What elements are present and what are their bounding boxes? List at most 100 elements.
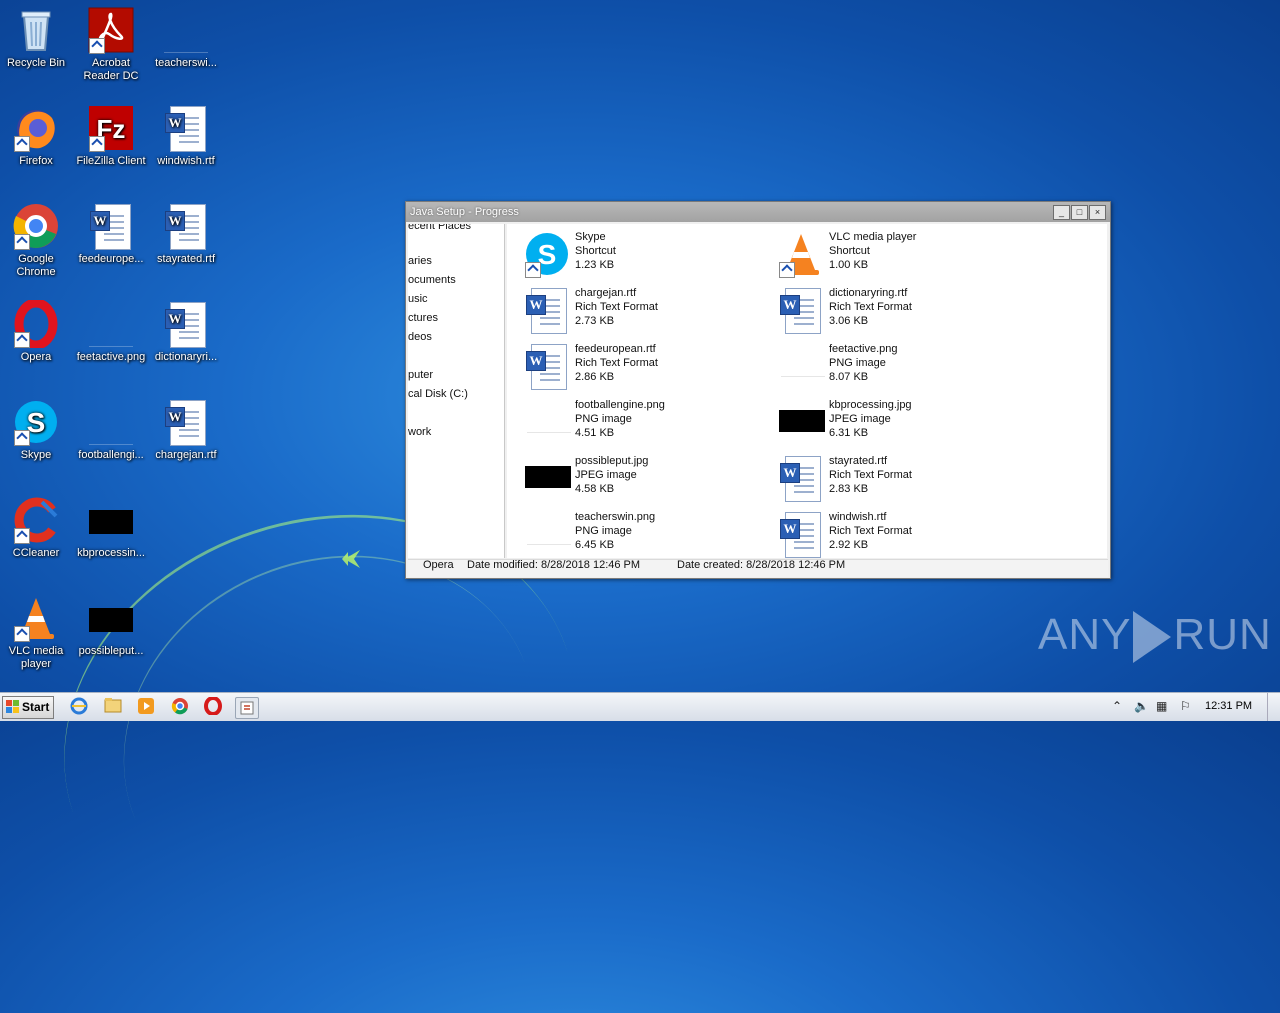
file-type: Rich Text Format [575,357,658,369]
desktop-icon[interactable]: feetactive.png [73,300,149,364]
opera-icon [12,298,60,350]
desktop-icon[interactable]: Wfeedeurope... [73,202,149,266]
file-name: chargejan.rtf [575,287,637,299]
chevron-up-icon[interactable]: ⌃ [1112,699,1122,713]
desktop-icon[interactable]: S Skype [0,398,74,462]
png-thumbnail-icon [87,300,135,348]
vlc-icon [12,594,60,642]
desktop-icon[interactable]: footballengi... [73,398,149,462]
file-size: 1.00 KB [829,259,869,271]
file-size: 2.83 KB [829,483,869,495]
jpg-thumbnail-icon [523,454,571,502]
word-doc-icon: W [87,202,135,250]
opera-icon[interactable] [202,696,224,717]
file-details: stayrated.rtf Rich Text Format 2.83 KB [829,454,912,496]
word-doc-icon: W [162,300,210,348]
nav-item-videos[interactable]: deos [408,331,432,343]
nav-item-documents[interactable]: ocuments [408,274,456,286]
details-pane: Opera Date modified: 8/28/2018 12:46 PM … [408,559,1108,577]
word-doc-icon: W [523,286,571,334]
wallpaper-logo-icon [342,550,360,568]
desktop-icon[interactable]: Opera [0,298,74,364]
window-title: Java Setup - Progress [410,206,519,218]
file-item[interactable]: possibleput.jpg JPEG image 4.58 KB [507,452,757,504]
minimize-button[interactable]: _ [1053,205,1070,220]
watermark-left: ANY [1038,610,1132,659]
file-type: Shortcut [575,245,616,257]
word-doc-icon: W [162,104,210,152]
close-button[interactable]: × [1089,205,1106,220]
nav-item-computer[interactable]: puter [408,369,433,381]
desktop-icon-label: Acrobat Reader DC [83,57,139,82]
file-type: Rich Text Format [829,525,912,537]
ccleaner-icon [12,496,60,544]
file-item[interactable]: kbprocessing.jpg JPEG image 6.31 KB [761,396,1011,448]
file-item[interactable]: feetactive.png PNG image 8.07 KB [761,340,1011,392]
navigation-pane: ecent Places aries ocuments usic ctures … [408,224,505,558]
file-size: 6.45 KB [575,539,615,551]
desktop-icon[interactable]: kbprocessin... [73,496,149,560]
desktop-icon-label: feetactive.png [76,351,146,363]
file-name: possibleput.jpg [575,455,649,467]
media-player-icon[interactable] [135,697,157,717]
maximize-button[interactable]: □ [1071,205,1088,220]
file-item[interactable]: VLC media player Shortcut 1.00 KB [761,228,1011,280]
file-name: stayrated.rtf [829,455,888,467]
desktop-icon[interactable]: VLC media player [0,594,74,671]
nav-item-music[interactable]: usic [408,293,428,305]
skype-icon: S [523,230,571,278]
file-type: Rich Text Format [829,301,912,313]
file-item[interactable]: teacherswin.png PNG image 6.45 KB [507,508,757,558]
desktop-icon[interactable]: Acrobat Reader DC [73,6,149,83]
chrome-icon[interactable] [169,697,191,717]
window-titlebar[interactable]: Java Setup - Progress _ □ × [406,202,1110,222]
watermark-right: RUN [1173,610,1272,659]
file-item[interactable]: Wdictionaryring.rtf Rich Text Format 3.06 … [761,284,1011,336]
file-item[interactable]: footballengine.png PNG image 4.51 KB [507,396,757,448]
desktop-icon[interactable]: possibleput... [73,594,149,658]
status-file-name: Opera [423,559,454,571]
desktop-icon[interactable]: teacherswi... [148,6,224,70]
nav-item-local-disk[interactable]: cal Disk (C:) [408,388,468,400]
nav-item-recent-places[interactable]: ecent Places [408,224,471,232]
desktop-icon[interactable]: CCleaner [0,496,74,560]
clock[interactable]: 12:31 PM [1205,700,1252,712]
desktop-icon-label: CCleaner [12,547,60,559]
file-item[interactable]: Wstayrated.rtf Rich Text Format 2.83 KB [761,452,1011,504]
file-item[interactable]: S Skype Shortcut 1.23 KB [507,228,757,280]
file-item[interactable]: Wchargejan.rtf Rich Text Format 2.73 KB [507,284,757,336]
desktop-icon[interactable]: Recycle Bin [0,6,74,70]
flag-icon[interactable]: ⚐ [1180,699,1191,713]
file-details: possibleput.jpg JPEG image 4.58 KB [575,454,648,496]
jpg-thumbnail-icon [87,496,135,544]
nav-item-pictures[interactable]: ctures [408,312,438,324]
file-name: dictionaryring.rtf [829,287,908,299]
desktop-icon[interactable]: Google Chrome [0,202,74,279]
nav-item-network[interactable]: work [408,426,431,438]
file-size: 6.31 KB [829,427,869,439]
firefox-icon [12,104,60,152]
file-name: feedeuropean.rtf [575,343,656,355]
nav-item-libraries[interactable]: aries [408,255,432,267]
desktop-icon[interactable]: Wchargejan.rtf [148,398,224,462]
network-icon[interactable]: ▦ [1156,699,1167,713]
explorer-icon[interactable] [102,697,124,717]
show-desktop-button[interactable] [1267,693,1280,721]
start-button[interactable]: Start [2,696,54,719]
ie-icon[interactable] [68,697,90,717]
desktop-icon[interactable]: Firefox [0,104,74,168]
desktop-icon[interactable]: Wstayrated.rtf [148,202,224,266]
file-item[interactable]: Wwindwish.rtf Rich Text Format 2.92 KB [761,508,1011,558]
desktop-icon[interactable]: Wwindwish.rtf [148,104,224,168]
png-thumbnail-icon [777,342,825,390]
word-doc-icon: W [777,454,825,502]
desktop-icon-label: footballengi... [78,449,144,461]
desktop-icon[interactable]: Fz FileZilla Client [73,104,149,168]
java-setup-icon[interactable] [235,697,259,719]
chrome-icon [12,202,60,250]
java-setup-window[interactable]: Java Setup - Progress _ □ × ecent Places… [405,201,1111,579]
file-details: chargejan.rtf Rich Text Format 2.73 KB [575,286,658,328]
speaker-icon[interactable]: 🔈 [1134,699,1149,713]
file-item[interactable]: Wfeedeuropean.rtf Rich Text Format 2.86 KB [507,340,757,392]
desktop-icon[interactable]: Wdictionaryri... [148,300,224,364]
